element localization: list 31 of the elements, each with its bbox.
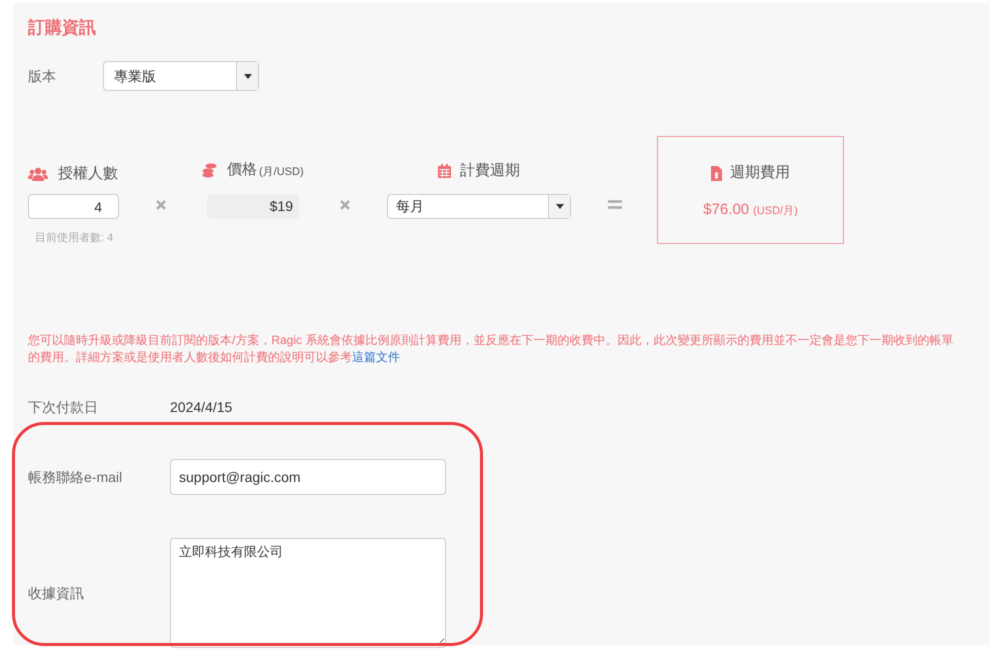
billing-cycle-label: 計費週期 [460,161,520,181]
times-icon [340,200,350,210]
period-fee-value: $76.00 [703,200,750,220]
seats-input[interactable]: 4 [28,194,119,219]
receipt-info-textarea[interactable]: 立即科技有限公司 [170,538,446,648]
version-select[interactable]: 專業版 [103,61,259,91]
field-label: 版本 [28,66,57,86]
next-payment-date: 2024/4/15 [170,398,232,417]
price-value: $19 [207,194,299,219]
price-unit: (月/USD) [259,164,304,180]
seats-label: 授權人數 [58,164,118,184]
billing-cycle-select[interactable]: 每月 [387,194,571,219]
invoice-icon [711,166,722,181]
current-users-note: 目前使用者數: 4 [35,231,114,246]
document-link[interactable]: 這篇文件 [352,350,400,364]
users-icon [28,167,48,182]
caret-icon [244,74,252,78]
field-label: 下次付款日 [28,398,99,417]
caret-icon [556,204,564,209]
price-label: 價格 [227,160,257,180]
period-fee-label: 週期費用 [730,163,790,183]
coins-icon [202,162,217,178]
section-title: 訂購資訊 [28,17,96,39]
times-icon [156,200,166,210]
field-label: 帳務聯絡e-mail [28,468,124,486]
equals-icon [608,200,622,209]
calendar-icon [438,164,451,178]
field-label: 收據資訊 [28,584,85,602]
pricing-notice: 您可以隨時升級或降級目前訂閱的版本/方案，Ragic 系統會依據比例原則計算費用，並反應在下一期的收費中。因此，此次變更所顯示的費用並不一定會是您下一期收到的帳單的費用。詳細方案或是使用者人數後如何計費的說明可以參考這篇文件 [28,332,954,366]
period-fee-unit: (USD/月) [753,204,798,218]
email-input[interactable]: support@ragic.com [170,459,446,495]
